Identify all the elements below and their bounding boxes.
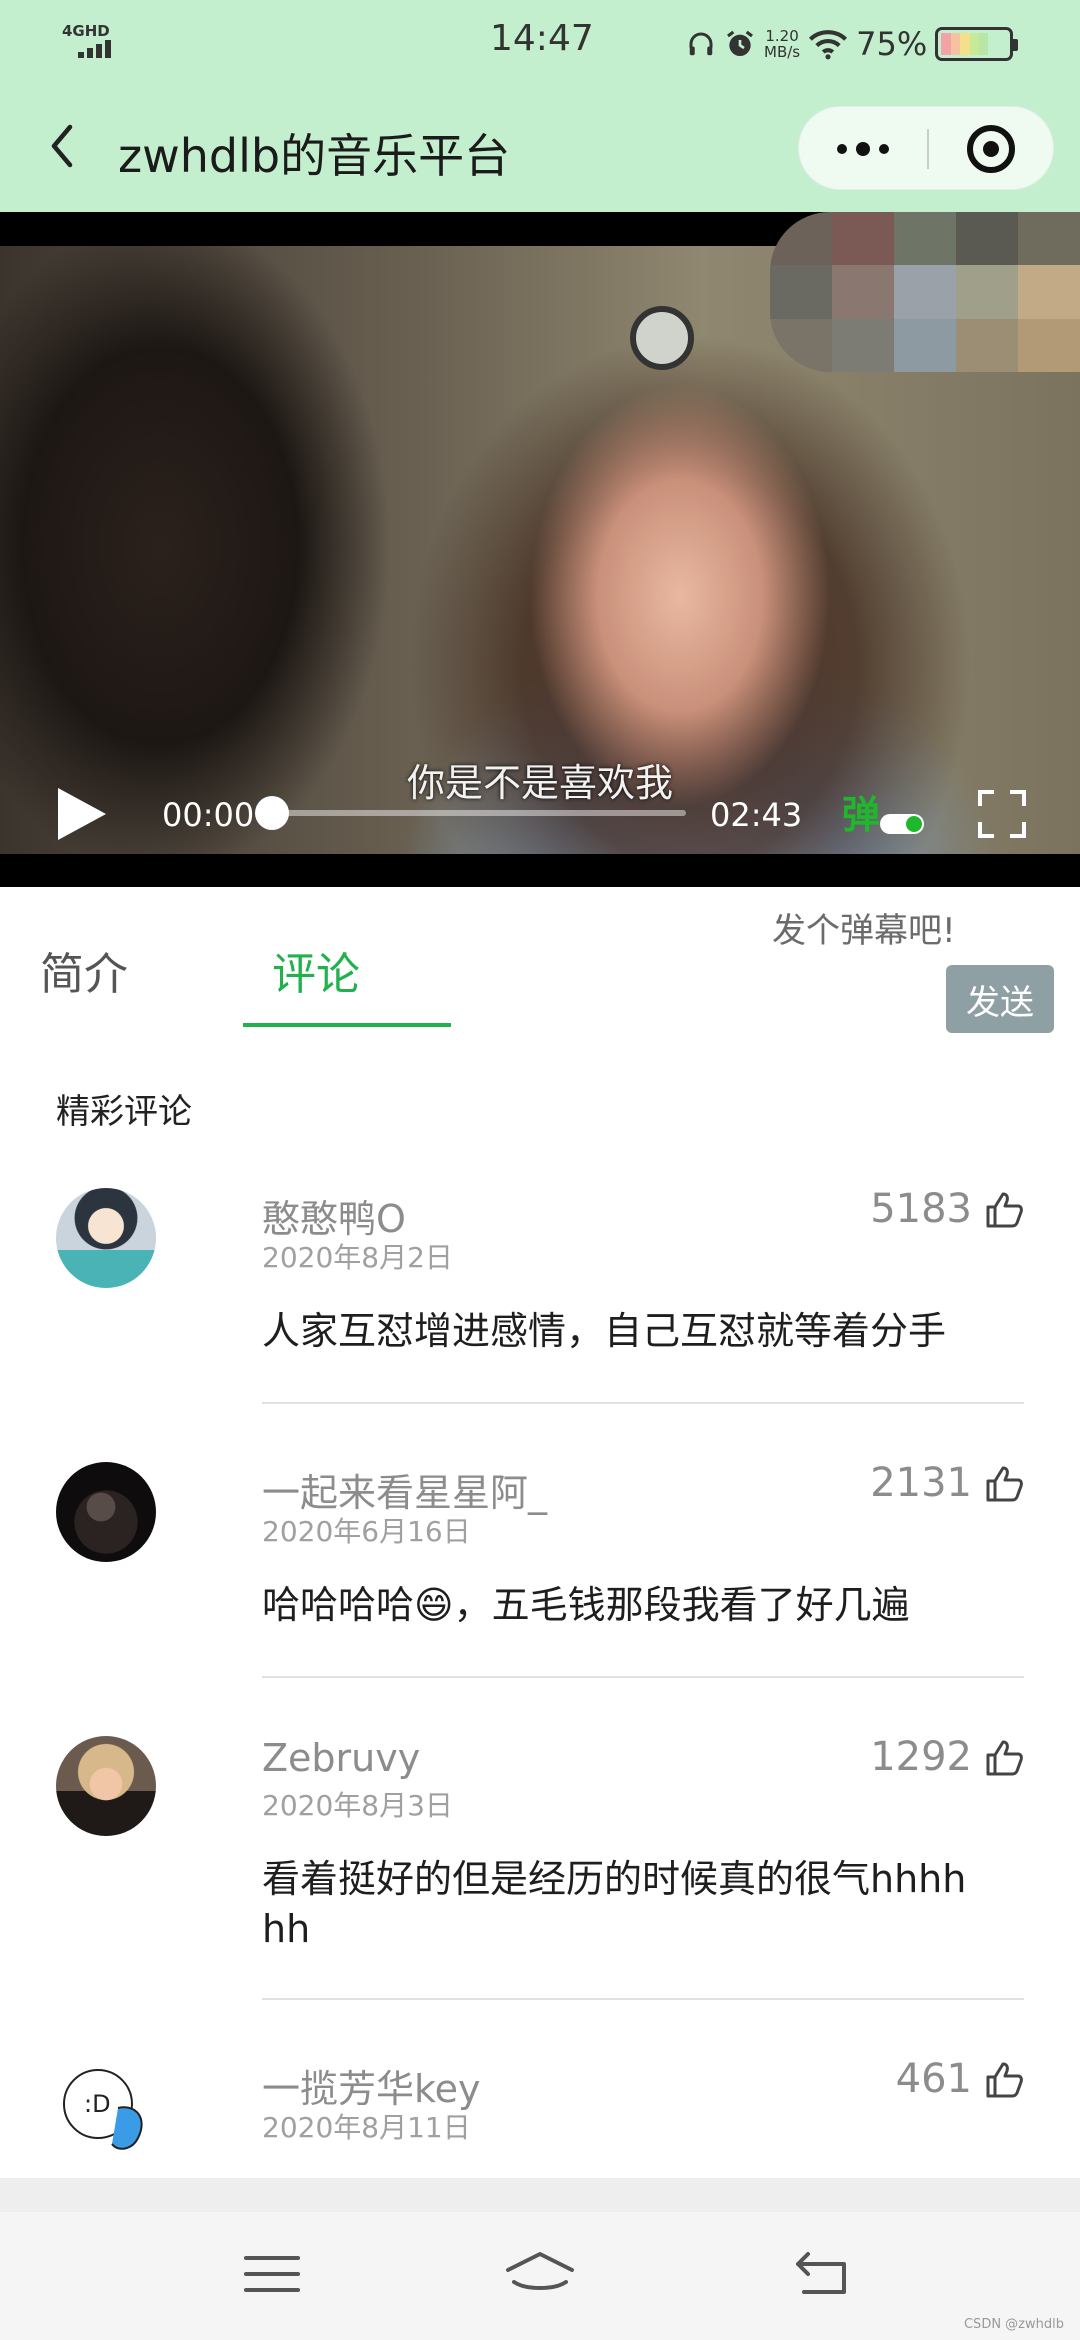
blurred-watermark [770, 212, 1080, 372]
current-time: 00:00 [162, 796, 255, 834]
signal-indicator: 4GHD [62, 22, 122, 62]
thumbs-up-icon[interactable] [984, 1738, 1024, 1778]
comment-date: 2020年8月11日 [262, 2111, 471, 2144]
comment-date: 2020年8月3日 [262, 1789, 453, 1822]
page-title: zwhdlb的音乐平台 [118, 129, 511, 183]
battery-icon [935, 27, 1019, 61]
send-button[interactable]: 发送 [946, 965, 1054, 1033]
chevron-left-icon [51, 124, 73, 168]
danmu-toggle[interactable]: 弹 [842, 784, 928, 837]
title-bar: zwhdlb的音乐平台 [0, 86, 1080, 212]
headphones-icon [689, 32, 713, 56]
comment-text: 看着挺好的但是经历的时候真的很气hhhhhh [262, 1857, 967, 1951]
comment-username[interactable]: 一起来看星星阿_ [262, 1462, 547, 1517]
dot-icon [856, 142, 870, 156]
comment-item: :D 一揽芳华key 2020年8月11日 461 [0, 2052, 1080, 2182]
more-button[interactable] [799, 107, 927, 191]
dot-icon [879, 144, 889, 154]
comment-text: 哈哈哈哈😄，五毛钱那段我看了好几遍 [262, 1583, 910, 1627]
watermark: CSDN @zwhdlb [963, 2317, 1064, 2332]
system-nav-bar: CSDN @zwhdlb [0, 2212, 1080, 2340]
progress-slider[interactable] [255, 796, 686, 830]
status-bar: 4GHD 14:47 1.20 MB/s 75% [0, 0, 1080, 86]
like-count: 461 [895, 2056, 972, 2102]
section-title: 精彩评论 [56, 1092, 192, 1132]
status-time: 14:47 [490, 18, 594, 59]
comment-date: 2020年8月2日 [262, 1241, 453, 1274]
comment-text: 人家互怼增进感情，自己互怼就等着分手 [262, 1309, 947, 1353]
close-miniprogram-button[interactable] [927, 107, 1055, 191]
avatar[interactable]: :D [56, 2060, 156, 2160]
progress-knob[interactable] [255, 796, 289, 830]
danmu-label: 弹 [842, 793, 881, 837]
comment-username[interactable]: 一揽芳华key [262, 2058, 481, 2113]
tab-comments[interactable]: 评论 [272, 938, 360, 1002]
tab-intro[interactable]: 简介 [40, 938, 128, 1002]
total-time: 02:43 [710, 796, 803, 834]
svg-text::D: :D [84, 2090, 111, 2118]
like-count: 1292 [870, 1734, 972, 1780]
battery-percent: 75% [856, 25, 928, 63]
comment-divider [262, 1998, 1024, 2000]
network-type: 4GHD [62, 22, 110, 40]
thumbs-up-icon[interactable] [984, 2060, 1024, 2100]
thumbs-up-icon[interactable] [984, 1190, 1024, 1230]
target-icon [967, 125, 1015, 173]
active-tab-indicator [243, 1023, 451, 1027]
avatar[interactable] [56, 1462, 156, 1562]
home-icon[interactable] [504, 2246, 576, 2302]
like-count: 2131 [870, 1460, 972, 1506]
clock-image-detail [630, 306, 694, 370]
avatar[interactable] [56, 1188, 156, 1288]
video-player[interactable]: 你是不是喜欢我 00:00 02:43 弹 [0, 212, 1080, 887]
thumbs-up-icon[interactable] [984, 1464, 1024, 1504]
bottom-divider [0, 2178, 1080, 2212]
speed-value: 1.20 [765, 27, 799, 45]
status-icons: 1.20 MB/s 75% [686, 20, 1019, 68]
comment-item: 一起来看星星阿_ 2020年6月16日 2131 哈哈哈哈😄，五毛钱那段我看了好… [0, 1454, 1080, 1686]
comment-username[interactable]: 憨憨鸭O [262, 1188, 406, 1243]
toggle-switch [880, 814, 924, 834]
play-icon[interactable] [54, 784, 114, 844]
comment-item: Zebruvy 2020年8月3日 1292 看着挺好的但是经历的时候真的很气h… [0, 1728, 1080, 2000]
comment-item: 憨憨鸭O 2020年8月2日 5183 人家互怼增进感情，自己互怼就等着分手 [0, 1180, 1080, 1412]
wifi-icon [809, 30, 848, 60]
fullscreen-icon[interactable] [976, 788, 1028, 840]
miniprogram-capsule [798, 106, 1054, 190]
dot-icon [837, 144, 847, 154]
comment-divider [262, 1402, 1024, 1404]
alarm-icon [727, 30, 753, 56]
back-nav-icon[interactable] [790, 2246, 854, 2302]
danmu-input[interactable] [720, 904, 1050, 958]
network-speed: 1.20 MB/s [764, 28, 800, 60]
video-letterbox [0, 854, 1080, 887]
speed-unit: MB/s [764, 43, 801, 61]
like-count: 5183 [870, 1186, 972, 1232]
comment-divider [262, 1676, 1024, 1678]
avatar[interactable] [56, 1736, 156, 1836]
signal-icon [78, 40, 111, 58]
comment-username[interactable]: Zebruvy [262, 1736, 420, 1780]
back-button[interactable] [36, 116, 86, 176]
comment-date: 2020年6月16日 [262, 1515, 471, 1548]
menu-icon[interactable] [240, 2246, 304, 2302]
